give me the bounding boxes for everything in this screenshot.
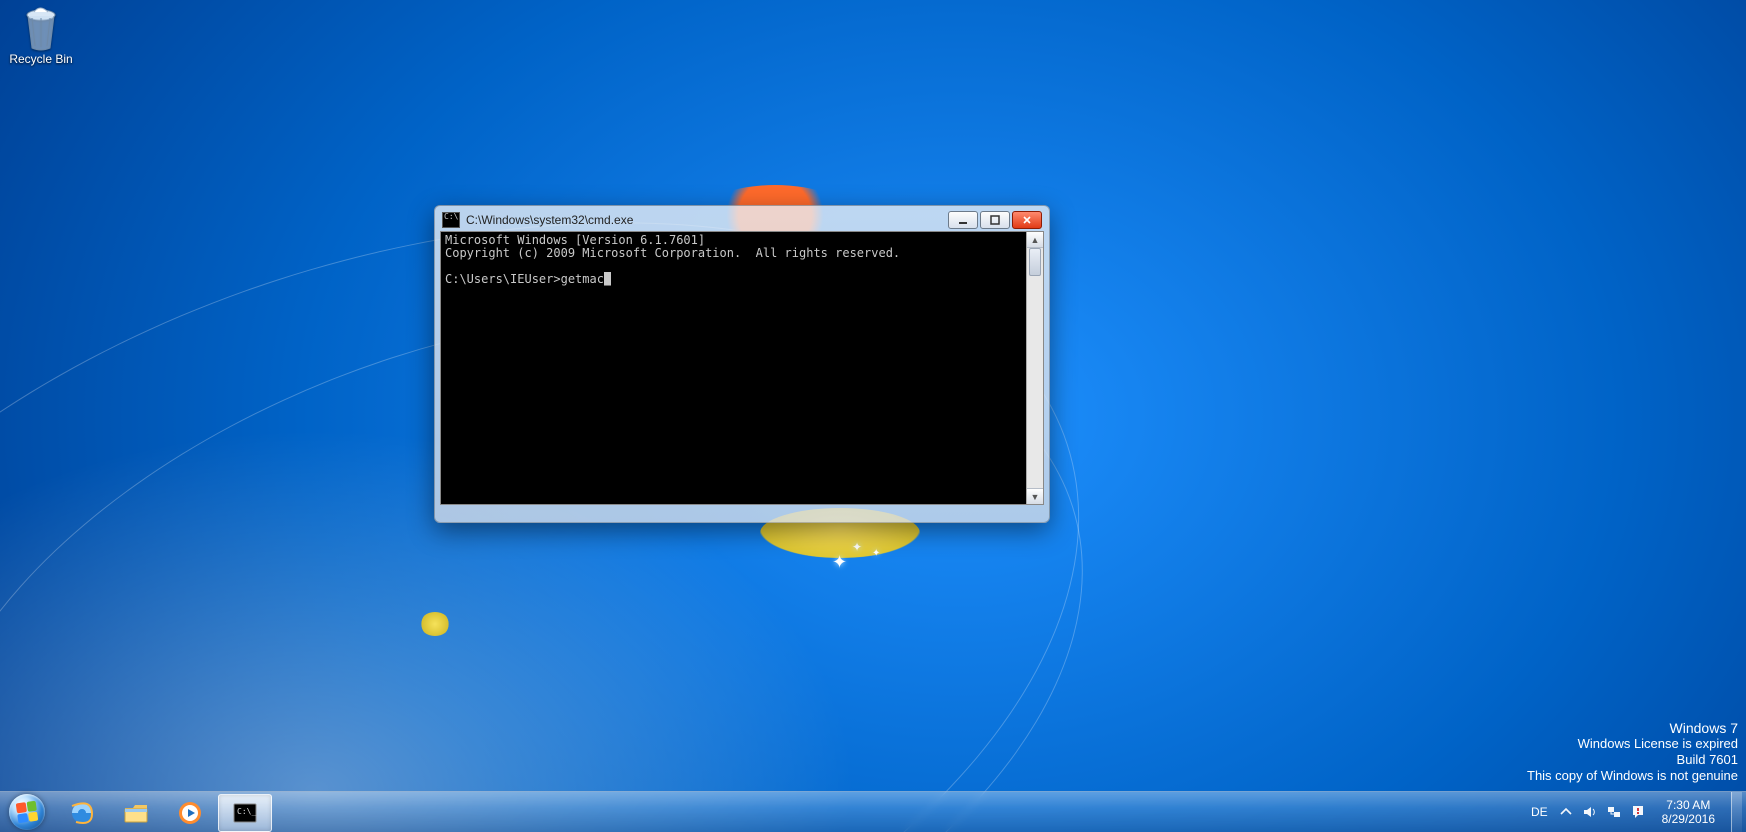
console-area[interactable]: Microsoft Windows [Version 6.1.7601] Cop… [440, 231, 1044, 505]
console-line: Copyright (c) 2009 Microsoft Corporation… [445, 246, 900, 260]
console-prompt: C:\Users\IEUser> [445, 272, 561, 286]
system-tray[interactable]: DE 7:30 AM 8/29/2016 [1521, 792, 1746, 832]
media-player-icon [176, 800, 204, 826]
svg-text:C:\_: C:\_ [237, 807, 256, 816]
tray-time: 7:30 AM [1662, 798, 1715, 812]
start-orb-icon [9, 794, 45, 830]
tray-date: 8/29/2016 [1662, 812, 1715, 826]
scroll-thumb[interactable] [1029, 248, 1041, 276]
folder-icon [122, 800, 150, 826]
window-titlebar[interactable]: C:\Windows\system32\cmd.exe [440, 211, 1044, 231]
start-button[interactable] [0, 792, 54, 832]
desktop-icon-label: Recycle Bin [6, 52, 76, 66]
taskbar-item-internet-explorer[interactable] [56, 795, 108, 831]
cmd-title-icon [442, 212, 460, 228]
wallpaper-star-icon: ✦ [832, 552, 847, 573]
maximize-button[interactable] [980, 211, 1010, 229]
desktop-icon-recycle-bin[interactable]: Recycle Bin [6, 6, 76, 66]
console-command: getmac [561, 272, 604, 286]
tray-language-indicator[interactable]: DE [1531, 805, 1548, 819]
minimize-button[interactable] [948, 211, 978, 229]
volume-icon[interactable] [1582, 804, 1598, 820]
watermark-line: Windows 7 [1527, 720, 1738, 736]
wallpaper-star-icon: ✦ [852, 540, 862, 554]
console-output[interactable]: Microsoft Windows [Version 6.1.7601] Cop… [441, 232, 1027, 504]
taskbar-items: C:\_ [54, 792, 272, 832]
desktop[interactable]: ✦ ✦ ✦ Recycle Bin Windows 7 Windows Lice… [0, 0, 1746, 832]
show-desktop-button[interactable] [1731, 792, 1742, 832]
tray-chevron-up-icon[interactable] [1558, 804, 1574, 820]
wallpaper-bud [420, 612, 450, 636]
recycle-bin-icon [20, 6, 62, 52]
taskbar[interactable]: C:\_ DE 7:30 AM 8/29/2016 [0, 791, 1746, 832]
console-cursor: _ [604, 272, 611, 286]
taskbar-item-command-prompt[interactable]: C:\_ [218, 794, 272, 832]
window-title: C:\Windows\system32\cmd.exe [466, 213, 948, 227]
scroll-up-button[interactable]: ▲ [1027, 232, 1043, 248]
taskbar-item-file-explorer[interactable] [110, 795, 162, 831]
scroll-down-button[interactable]: ▼ [1027, 488, 1043, 504]
network-icon[interactable] [1606, 804, 1622, 820]
watermark-line: Windows License is expired [1527, 736, 1738, 752]
activation-watermark: Windows 7 Windows License is expired Bui… [1527, 720, 1738, 784]
taskbar-item-media-player[interactable] [164, 795, 216, 831]
close-button[interactable] [1012, 211, 1042, 229]
tray-clock[interactable]: 7:30 AM 8/29/2016 [1656, 798, 1721, 826]
cmd-icon: C:\_ [231, 800, 259, 826]
windows-flag-icon [16, 801, 39, 824]
vertical-scrollbar[interactable]: ▲ ▼ [1026, 232, 1043, 504]
console-line: Microsoft Windows [Version 6.1.7601] [445, 233, 705, 247]
wallpaper-star-icon: ✦ [872, 548, 880, 559]
ie-icon [68, 800, 96, 826]
action-center-icon[interactable] [1630, 804, 1646, 820]
watermark-line: Build 7601 [1527, 752, 1738, 768]
watermark-line: This copy of Windows is not genuine [1527, 768, 1738, 784]
cmd-window[interactable]: C:\Windows\system32\cmd.exe Microsoft Wi… [434, 205, 1050, 523]
